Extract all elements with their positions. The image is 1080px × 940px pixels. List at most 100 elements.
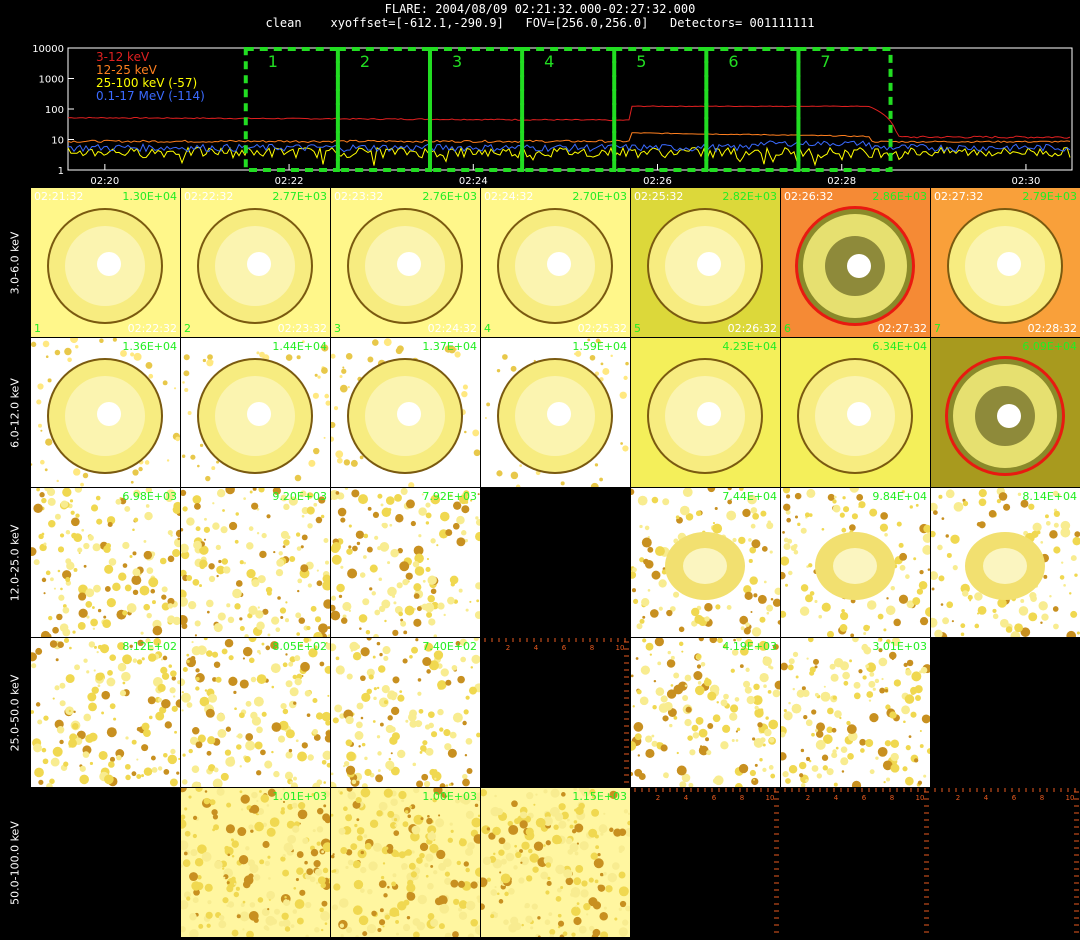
noise-speck [85, 601, 93, 608]
noise-speck [420, 817, 424, 821]
panel-max-value: 1.59E+04 [572, 340, 627, 353]
noise-speck [440, 668, 449, 677]
noise-speck [1038, 601, 1048, 611]
noise-speck [519, 464, 522, 467]
noise-speck [658, 606, 663, 611]
noise-speck [1045, 520, 1051, 526]
noise-speck [296, 546, 302, 551]
noise-speck [406, 891, 413, 898]
noise-speck [395, 919, 400, 924]
noise-speck [282, 853, 286, 858]
noise-speck [548, 912, 553, 916]
noise-speck [242, 646, 253, 657]
time-interval-label: 6 [728, 52, 738, 71]
noise-speck [570, 892, 575, 897]
noise-speck [891, 657, 894, 661]
noise-speck [333, 406, 339, 411]
noise-speck [282, 869, 290, 877]
image-panel-canvas [781, 638, 930, 787]
noise-speck [620, 442, 623, 445]
noise-speck [639, 618, 645, 624]
noise-speck [607, 872, 618, 883]
noise-speck [465, 695, 470, 700]
noise-speck [282, 708, 289, 715]
noise-speck [45, 355, 49, 359]
noise-speck [498, 849, 505, 856]
panel-max-value: 2.70E+03 [572, 190, 627, 203]
noise-speck [859, 738, 867, 746]
noise-speck [898, 594, 909, 604]
noise-speck [186, 702, 193, 708]
noise-speck [470, 666, 474, 669]
noise-speck [194, 620, 201, 627]
noise-speck [840, 746, 848, 753]
noise-speck [345, 739, 353, 747]
noise-speck [184, 830, 191, 837]
noise-speck [430, 731, 438, 738]
noise-speck [427, 913, 435, 920]
noise-speck [307, 754, 314, 761]
energy-band-label: 50.0-100.0 keV [0, 788, 30, 938]
noise-speck [562, 931, 568, 937]
noise-speck [73, 468, 81, 476]
noise-speck [588, 877, 594, 883]
noise-speck [869, 671, 875, 677]
noise-speck [327, 694, 330, 697]
noise-speck [362, 555, 367, 559]
noise-speck [872, 687, 876, 691]
noise-speck [843, 680, 849, 686]
noise-speck [141, 774, 145, 778]
noise-speck [684, 684, 688, 687]
noise-speck [181, 454, 186, 458]
noise-speck [267, 855, 271, 859]
noise-speck [323, 804, 327, 808]
noise-speck [639, 524, 643, 529]
noise-speck [834, 710, 842, 718]
noise-speck [387, 586, 397, 597]
noise-speck [225, 824, 235, 834]
noise-speck [320, 514, 325, 519]
noise-speck [861, 644, 869, 651]
image-panel: 2 4 6 8 10 [781, 788, 930, 937]
noise-speck [168, 664, 173, 668]
noise-speck [101, 711, 104, 715]
noise-speck [57, 641, 64, 648]
noise-speck [150, 588, 156, 594]
image-panel: 6.09E+04 [931, 338, 1080, 487]
noise-speck [912, 597, 921, 606]
noise-speck [338, 594, 343, 599]
noise-speck [866, 691, 874, 698]
noise-speck [97, 684, 101, 688]
image-panel-canvas [181, 188, 330, 337]
noise-speck [312, 728, 319, 735]
noise-speck [364, 768, 372, 777]
noise-speck [393, 818, 398, 822]
noise-speck [503, 919, 509, 926]
noise-speck [167, 529, 173, 536]
noise-speck [496, 368, 501, 373]
noise-speck [531, 903, 538, 910]
noise-speck [366, 546, 373, 553]
noise-speck [695, 717, 704, 725]
noise-speck [99, 644, 110, 654]
noise-speck [217, 728, 227, 738]
image-panel-canvas [631, 338, 780, 487]
noise-speck [300, 564, 309, 573]
noise-speck [212, 502, 215, 505]
noise-speck [874, 678, 880, 684]
noise-speck [840, 611, 849, 621]
noise-speck [715, 604, 721, 610]
noise-speck [166, 459, 170, 462]
x-tick-label: 02:28 [827, 176, 856, 186]
noise-speck [337, 507, 347, 517]
noise-speck [248, 873, 254, 879]
noise-speck [400, 488, 408, 495]
noise-speck [417, 691, 422, 696]
noise-speck [910, 711, 917, 718]
noise-speck [296, 632, 300, 636]
noise-speck [865, 738, 874, 748]
noise-speck [560, 886, 564, 889]
noise-speck [385, 846, 389, 850]
noise-speck [394, 494, 402, 502]
panel-interval-number: 1 [34, 322, 41, 335]
